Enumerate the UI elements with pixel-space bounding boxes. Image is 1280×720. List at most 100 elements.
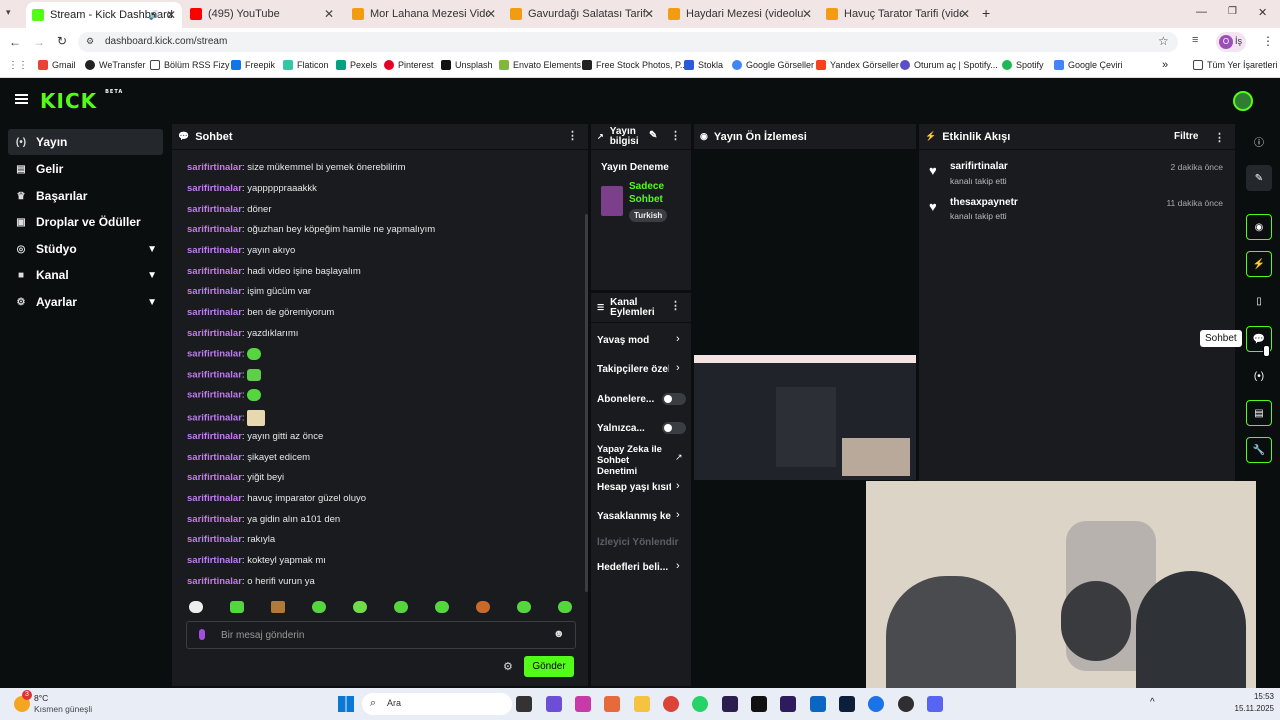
tab-recipe-3[interactable]: Haydari Mezesi (videolu) - Nefis ✕ xyxy=(662,4,818,24)
avatar[interactable] xyxy=(1233,91,1253,111)
chat-username[interactable]: sarifirtinalar xyxy=(187,472,242,483)
emote-icon[interactable] xyxy=(394,601,408,613)
sidebar-item-drops[interactable]: ▣ Droplar ve Ödüller xyxy=(8,209,163,235)
chat-username[interactable]: sarifirtinalar xyxy=(187,245,242,256)
premiere-icon[interactable] xyxy=(780,696,796,712)
actions-toggle-icon[interactable]: ▤ xyxy=(1246,400,1272,426)
sidebar-item-channel[interactable]: ■ Kanal ▼ xyxy=(8,262,163,288)
category-name[interactable]: Sadece Sohbet xyxy=(629,180,679,206)
task-view-icon[interactable] xyxy=(516,696,532,712)
broadcast-toggle-icon[interactable]: (•) xyxy=(1246,363,1272,389)
sidebar-item-settings[interactable]: ⚙ Ayarlar ▼ xyxy=(8,289,163,315)
app-icon[interactable] xyxy=(810,696,826,712)
bookmark-google-translate[interactable]: Google Çeviri xyxy=(1054,60,1123,70)
bookmark-rss[interactable]: Bölüm RSS Fizy xyxy=(150,60,230,70)
chat-scrollbar[interactable] xyxy=(585,214,588,592)
app-icon[interactable] xyxy=(839,696,855,712)
goals-item[interactable]: Hedefleri beli... xyxy=(597,562,669,573)
bookmark-flaticon[interactable]: Flaticon xyxy=(283,60,329,70)
chat-input[interactable]: Bir mesaj gönderin ☻ xyxy=(186,621,576,649)
tab-recipe-2[interactable]: Gavurdağı Salatası Tarifi - Nefis ✕ xyxy=(504,4,660,24)
chat-username[interactable]: sarifirtinalar xyxy=(187,493,242,504)
chat-username[interactable]: sarifirtinalar xyxy=(187,162,242,173)
emote-icon[interactable] xyxy=(435,601,449,613)
chat-username[interactable]: sarifirtinalar xyxy=(187,370,242,381)
capcut-icon[interactable] xyxy=(751,696,767,712)
site-info-icon[interactable]: ⚙ xyxy=(86,36,94,47)
emote-icon[interactable] xyxy=(312,601,326,613)
chat-username[interactable]: sarifirtinalar xyxy=(187,307,242,318)
bookmark-spotify-login[interactable]: Oturum aç | Spotify... xyxy=(900,60,998,70)
tab-search-icon[interactable]: ▾ xyxy=(6,7,11,18)
emote-icon[interactable] xyxy=(271,601,285,613)
chrome-icon[interactable] xyxy=(868,696,884,712)
emotes-only-toggle[interactable] xyxy=(662,422,686,434)
sidebar-item-achievements[interactable]: ♛ Başarılar xyxy=(8,183,163,209)
chat-username[interactable]: sarifirtinalar xyxy=(187,514,242,525)
emoji-icon[interactable]: ☻ xyxy=(553,628,565,640)
chat-menu-icon[interactable]: ⋮ xyxy=(567,129,578,142)
emote-icon[interactable] xyxy=(353,601,367,613)
tab-youtube[interactable]: (495) YouTube ✕ xyxy=(184,4,340,24)
hamburger-icon[interactable] xyxy=(15,94,28,104)
audition-icon[interactable] xyxy=(722,696,738,712)
chat-username[interactable]: sarifirtinalar xyxy=(187,224,242,235)
preview-toggle-icon[interactable]: ◉ xyxy=(1246,214,1272,240)
whatsapp-icon[interactable] xyxy=(692,696,708,712)
bookmark-gmail[interactable]: Gmail xyxy=(38,60,76,70)
language-tag[interactable]: Turkish xyxy=(629,209,668,222)
chevron-right-icon[interactable]: › xyxy=(676,480,680,492)
emote-icon[interactable] xyxy=(476,601,490,613)
new-tab-button[interactable]: + xyxy=(982,5,990,21)
chat-username[interactable]: sarifirtinalar xyxy=(187,413,242,424)
bookmark-spotify[interactable]: Spotify xyxy=(1002,60,1044,70)
windows-start-icon[interactable] xyxy=(338,696,354,712)
bookmark-stokla[interactable]: Stokla xyxy=(684,60,723,70)
chat-username[interactable]: sarifirtinalar xyxy=(187,266,242,277)
subscribers-only-toggle[interactable] xyxy=(662,393,686,405)
forward-icon[interactable]: → xyxy=(33,35,45,49)
close-icon[interactable]: ✕ xyxy=(486,7,496,21)
ai-moderation-item[interactable]: Yapay Zeka ile Sohbet Denetimi xyxy=(597,444,669,477)
subscribers-only-item[interactable]: Abonelere... xyxy=(597,394,657,405)
bookmark-free-stock[interactable]: Free Stock Photos, P... xyxy=(582,60,687,70)
followers-only-item[interactable]: Takipçilere özel xyxy=(597,364,669,375)
info-icon[interactable]: ⓘ xyxy=(1246,128,1272,154)
bookmark-pinterest[interactable]: Pinterest xyxy=(384,60,434,70)
close-icon[interactable]: ✕ xyxy=(644,7,654,21)
chat-username[interactable]: sarifirtinalar xyxy=(187,286,242,297)
emote-icon[interactable] xyxy=(517,601,531,613)
weather-widget[interactable]: 3 8°C Kısmen güneşli xyxy=(10,690,120,716)
bookmark-envato[interactable]: Envato Elements xyxy=(499,60,581,70)
chevron-right-icon[interactable]: › xyxy=(676,560,680,572)
maximize-button[interactable]: ❐ xyxy=(1228,6,1237,17)
filter-button[interactable]: Filtre xyxy=(1174,131,1198,142)
clock[interactable]: 15:53 15.11.2025 xyxy=(1228,692,1274,713)
close-icon[interactable]: ✕ xyxy=(166,8,176,22)
chat-username[interactable]: sarifirtinalar xyxy=(187,576,242,587)
sidebar-item-stream[interactable]: (•) Yayın xyxy=(8,129,163,155)
chat-settings-icon[interactable]: ⚙ xyxy=(503,660,513,673)
activity-user[interactable]: thesaxpaynetr xyxy=(950,197,1018,208)
address-bar[interactable]: ⚙ dashboard.kick.com/stream ☆ xyxy=(78,32,1178,52)
bookmark-freepik[interactable]: Freepik xyxy=(231,60,275,70)
bookmark-unsplash[interactable]: Unsplash xyxy=(441,60,493,70)
reload-icon[interactable]: ↻ xyxy=(57,34,67,48)
send-button[interactable]: Gönder xyxy=(524,656,574,677)
speaker-icon[interactable]: 🔊 xyxy=(149,10,160,21)
chat-username[interactable]: sarifirtinalar xyxy=(187,452,242,463)
kick-logo[interactable]: KICK BETA xyxy=(40,89,123,113)
chat-username[interactable]: sarifirtinalar xyxy=(187,431,242,442)
account-age-item[interactable]: Hesap yaşı kısıtl xyxy=(597,482,671,493)
app-icon[interactable] xyxy=(575,696,591,712)
bookmarks-more[interactable]: » xyxy=(1162,59,1168,71)
close-icon[interactable]: ✕ xyxy=(802,7,812,21)
obs-icon[interactable] xyxy=(898,696,914,712)
bookmark-star-icon[interactable]: ☆ xyxy=(1158,34,1169,48)
chevron-right-icon[interactable]: › xyxy=(676,362,680,374)
tab-kick-dashboard[interactable]: Stream - Kick Dashboard 🔊 ✕ xyxy=(26,2,182,28)
external-link-icon[interactable]: ↗ xyxy=(675,452,683,463)
close-icon[interactable]: ✕ xyxy=(324,7,334,21)
menu-icon[interactable]: ⋮ xyxy=(1262,34,1274,48)
chat-username[interactable]: sarifirtinalar xyxy=(187,390,242,401)
